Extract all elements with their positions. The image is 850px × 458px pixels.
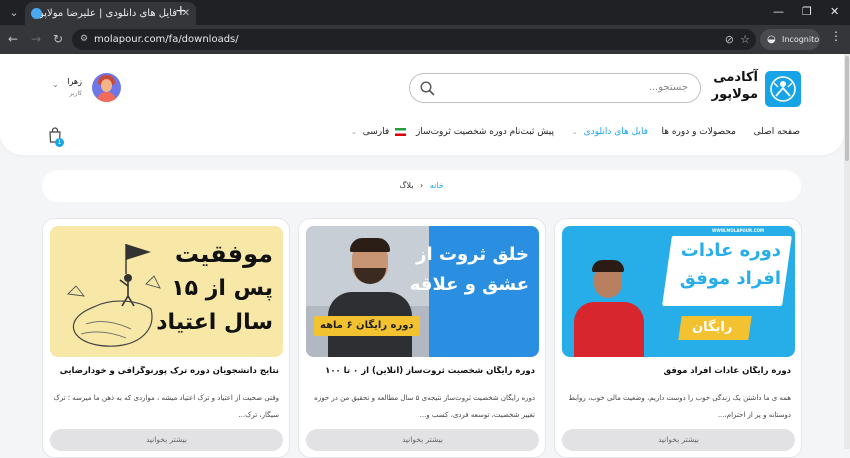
page-content: آکادمی مولاپور جستجو... زهرا کاربر ⌄ صفح… <box>0 54 850 458</box>
logo-line-1: آکادمی <box>713 70 758 85</box>
user-menu[interactable]: زهرا کاربر ⌄ <box>50 73 122 105</box>
presenter-photo <box>326 238 414 357</box>
back-icon[interactable]: ← <box>8 31 18 48</box>
reload-icon[interactable]: ↻ <box>53 31 63 48</box>
browser-tab[interactable]: فایل های دانلودی | علیرضا مولاپور ✕ <box>25 2 196 25</box>
post-title[interactable]: نتایج دانشجویان دوره ترک پورنوگرافی و خو… <box>51 366 279 376</box>
read-more-button[interactable]: بیشتر بخوانید <box>562 429 795 451</box>
read-more-button[interactable]: بیشتر بخوانید <box>306 429 539 451</box>
thumb-line-2: افراد موفق <box>679 268 781 289</box>
forward-icon[interactable]: → <box>31 31 41 48</box>
tab-search-chevron-icon[interactable]: ⌄ <box>4 4 24 21</box>
eye-off-icon[interactable]: ⊘ <box>725 29 734 50</box>
restore-icon[interactable]: ❐ <box>802 3 812 20</box>
post-excerpt: وقتی صحبت از اعتیاد و ترک اعتیاد میشه ، … <box>53 394 279 419</box>
browser-toolbar: ← → ↻ ⚙ molapour.com/fa/downloads/ ⊘ ☆ ◒… <box>0 25 850 54</box>
post-title[interactable]: دوره رایگان عادات افراد موفق <box>563 366 791 376</box>
close-window-icon[interactable]: ✕ <box>830 3 839 20</box>
academy-logo-text[interactable]: آکادمی مولاپور <box>695 69 758 103</box>
site-header: آکادمی مولاپور جستجو... زهرا کاربر ⌄ صفح… <box>0 54 844 155</box>
site-info-icon[interactable]: ⚙ <box>80 29 88 50</box>
page-scrollbar[interactable] <box>844 54 850 449</box>
presenter-photo <box>570 256 648 357</box>
post-card[interactable]: خلق ثروت از عشق و علاقه دوره رایگان ۶ ما… <box>298 218 546 458</box>
thumb-line-1: دوره عادات <box>680 240 781 261</box>
address-bar[interactable]: ⚙ molapour.com/fa/downloads/ ⊘ ☆ <box>72 29 756 50</box>
search-placeholder: جستجو... <box>648 82 688 93</box>
nav-home[interactable]: صفحه اصلی <box>754 127 800 137</box>
thumb-badge: رایگان <box>692 320 733 335</box>
tab-favicon-icon <box>31 8 42 19</box>
post-title[interactable]: دوره رایگان شخصیت ثروت‌ساز (آنلاین) از ۰… <box>307 366 535 376</box>
minimize-icon[interactable]: — <box>773 3 784 20</box>
post-card[interactable]: دوره عادات افراد موفق رایگان WWW.MOLAPOU… <box>554 218 802 458</box>
nav-preregister[interactable]: پیش ثبت‌نام دوره شخصیت ثروت‌ساز <box>416 127 554 137</box>
new-tab-button[interactable]: + <box>175 3 187 20</box>
browser-tab-bar: ⌄ فایل های دانلودی | علیرضا مولاپور ✕ + … <box>0 0 850 25</box>
post-thumbnail[interactable]: خلق ثروت از عشق و علاقه دوره رایگان ۶ ما… <box>306 226 539 357</box>
post-thumbnail[interactable]: موفقیت پس از ۱۵ سال اعتیاد <box>50 226 283 357</box>
thumb-line-2: پس از ۱۵ <box>171 276 273 301</box>
incognito-label: Incognito <box>782 35 820 44</box>
chevron-left-icon: ‹ <box>420 181 424 190</box>
search-icon[interactable] <box>420 81 435 96</box>
address-url: molapour.com/fa/downloads/ <box>94 34 239 45</box>
thumb-line-1: خلق ثروت از <box>416 244 529 265</box>
browser-menu-icon[interactable]: ⋮ <box>830 29 842 43</box>
chevron-down-icon: ⌄ <box>52 80 59 89</box>
post-thumbnail[interactable]: دوره عادات افراد موفق رایگان WWW.MOLAPOU… <box>562 226 795 357</box>
incognito-indicator[interactable]: ◒ Incognito <box>760 29 820 50</box>
nav-products[interactable]: محصولات و دوره ها <box>661 127 736 137</box>
cart-count-badge: 1 <box>55 138 64 147</box>
thumb-badge: دوره رایگان ۶ ماهه <box>320 320 414 331</box>
thumb-line-2: عشق و علاقه <box>409 274 529 295</box>
read-more-button[interactable]: بیشتر بخوانید <box>50 429 283 451</box>
incognito-icon: ◒ <box>767 34 776 45</box>
thumb-line-3: سال اعتیاد <box>156 310 273 335</box>
logo-line-2: مولاپور <box>711 87 758 102</box>
scrollbar-thumb[interactable] <box>845 56 849 161</box>
nav-language-label: فارسی <box>362 127 390 137</box>
thumb-site: WWW.MOLAPOUR.COM <box>712 228 765 233</box>
thumb-line-1: موفقیت <box>174 240 273 268</box>
nav-language[interactable]: فارسی ⌄ <box>351 127 406 137</box>
chevron-down-icon: ⌄ <box>571 128 578 136</box>
post-card[interactable]: موفقیت پس از ۱۵ سال اعتیاد نتایج دانشجوی… <box>42 218 290 458</box>
avatar <box>92 73 121 102</box>
chevron-down-icon: ⌄ <box>350 128 357 136</box>
bookmark-star-icon[interactable]: ☆ <box>740 29 750 50</box>
tab-title: فایل های دانلودی | علیرضا مولاپور <box>34 8 177 19</box>
user-name: زهرا <box>67 77 82 86</box>
iran-flag-icon <box>395 127 406 136</box>
breadcrumb: خانه ‹ بلاگ <box>42 170 801 202</box>
user-role: کاربر <box>69 90 82 97</box>
breadcrumb-home[interactable]: خانه <box>430 181 444 190</box>
nav-downloads[interactable]: فایل های دانلودی ⌄ <box>572 127 648 137</box>
post-excerpt: دوره رایگان شخصیت ثروت‌ساز نتیجه‌ی ۵ سال… <box>314 394 535 419</box>
nav-downloads-label: فایل های دانلودی <box>583 127 648 137</box>
breadcrumb-current: بلاگ <box>399 181 414 190</box>
search-input[interactable]: جستجو... <box>409 73 701 103</box>
mountain-climber-illustration <box>67 244 161 347</box>
academy-logo-icon[interactable] <box>765 71 801 107</box>
post-excerpt: همه ی ما داشتن یک زندگی خوب را دوست داری… <box>568 394 791 419</box>
